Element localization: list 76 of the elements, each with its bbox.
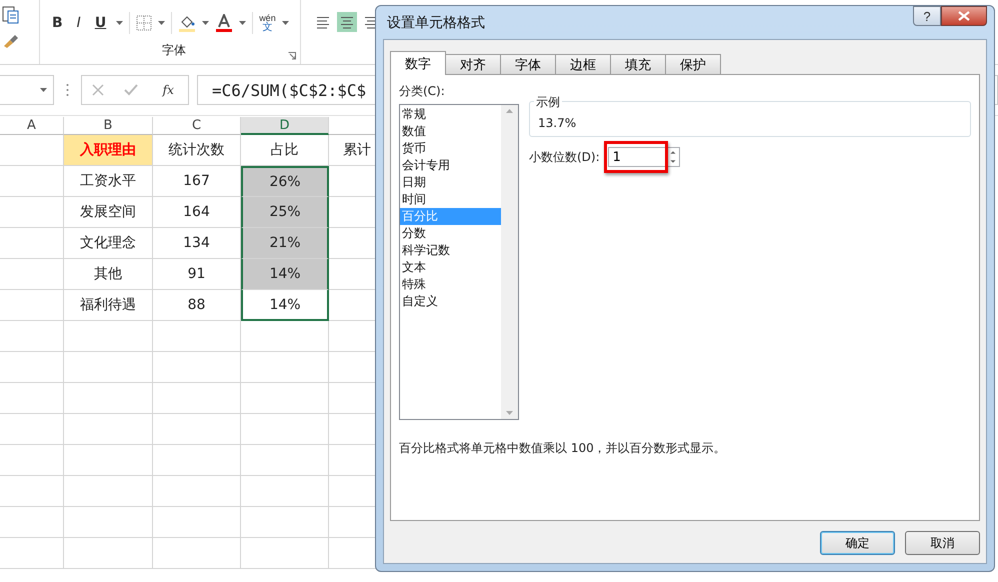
grid-cell	[0, 538, 64, 569]
list-item[interactable]: 时间	[400, 191, 501, 208]
phonetic-guide-button[interactable]: wén 文	[259, 14, 276, 32]
dialog-launcher-icon[interactable]	[288, 52, 296, 60]
font-color-icon[interactable]	[215, 14, 234, 32]
tab[interactable]: 对齐	[445, 54, 501, 74]
grid-cell	[0, 383, 64, 414]
table-cell: 文化理念	[64, 228, 153, 259]
description-text: 百分比格式将单元格中数值乘以 100，并以百分数形式显示。	[399, 440, 727, 457]
grid-cell	[0, 259, 64, 290]
list-item[interactable]: 文本	[400, 259, 501, 276]
dialog-button[interactable]: 确定	[820, 531, 895, 555]
tab[interactable]: 边框	[555, 54, 611, 74]
close-icon[interactable]	[958, 11, 970, 21]
table-cell: 福利待遇	[64, 290, 153, 321]
table-cell: 发展空间	[64, 197, 153, 228]
grid-cell	[0, 197, 64, 228]
dropdown-caret-icon[interactable]	[116, 21, 124, 25]
close-button[interactable]	[941, 6, 987, 26]
format-painter-icon[interactable]	[2, 34, 20, 48]
grid-cell	[0, 352, 64, 383]
grid-cell	[0, 228, 64, 259]
tab[interactable]: 数字	[390, 51, 446, 75]
grid-cell	[0, 507, 64, 538]
list-item[interactable]: 自定义	[400, 293, 501, 310]
table-cell: 26%	[241, 166, 329, 197]
group-label: 示例	[534, 94, 562, 111]
table-cell: 88	[153, 290, 241, 321]
grid-cell	[0, 414, 64, 445]
grid-cell	[0, 166, 64, 197]
table-cell: 统计次数	[153, 135, 241, 166]
column-header[interactable]: D	[241, 117, 329, 135]
column-header[interactable]: A	[0, 117, 64, 135]
spinner[interactable]	[666, 147, 680, 167]
dropdown-caret-icon[interactable]	[239, 21, 246, 25]
help-button[interactable]: ?	[913, 6, 941, 26]
tab[interactable]: 字体	[500, 54, 556, 74]
decimal-places-field[interactable]: 1	[608, 147, 666, 167]
list-item[interactable]: 分数	[400, 225, 501, 242]
paste-icon[interactable]	[2, 6, 20, 24]
table-cell: 其他	[64, 259, 153, 290]
grid-cell	[0, 476, 64, 507]
table-cell: 14%	[241, 290, 329, 321]
borders-icon[interactable]	[136, 15, 152, 31]
dropdown-caret-icon[interactable]	[158, 21, 166, 25]
tab[interactable]: 保护	[665, 54, 721, 74]
fill-color-icon[interactable]	[178, 14, 196, 32]
group-label: 字体	[162, 42, 186, 59]
dropdown-caret-icon[interactable]	[40, 88, 47, 92]
field-label: 小数位数(D):	[529, 148, 600, 166]
font-style-button[interactable]: I	[72, 15, 85, 31]
list-item[interactable]: 特殊	[400, 276, 501, 293]
table-cell: 25%	[241, 197, 329, 228]
grid-cell	[0, 321, 64, 352]
grid-cell	[0, 445, 64, 476]
insert-function-button[interactable]: fx	[158, 83, 178, 97]
list-item[interactable]: 科学记数	[400, 242, 501, 259]
font-style-button[interactable]: U	[90, 15, 110, 31]
dropdown-caret-icon[interactable]	[282, 21, 289, 25]
table-cell: 14%	[241, 259, 329, 290]
tab[interactable]: 填充	[610, 54, 666, 74]
dropdown-caret-icon[interactable]	[202, 21, 210, 25]
grid-cell	[0, 290, 64, 321]
align-button[interactable]	[337, 12, 357, 32]
category-label: 分类(C):	[399, 83, 446, 100]
list-item[interactable]: 常规	[400, 106, 501, 123]
grip-icon	[66, 83, 69, 97]
dialog-title: 设置单元格格式	[386, 14, 485, 32]
category-list[interactable]: 常规 数值 货币 会计专用 日期 时间 百分比 分数 科学记数 文本 特殊 自定义	[399, 104, 519, 420]
font-style-button[interactable]: B	[48, 15, 67, 31]
table-cell: 工资水平	[64, 166, 153, 197]
sample-value: 13.7%	[538, 116, 576, 130]
list-item[interactable]: 日期	[400, 174, 501, 191]
dialog-button[interactable]: 取消	[905, 531, 980, 555]
table-cell: 入职理由	[64, 135, 153, 166]
table-cell: 21%	[241, 228, 329, 259]
